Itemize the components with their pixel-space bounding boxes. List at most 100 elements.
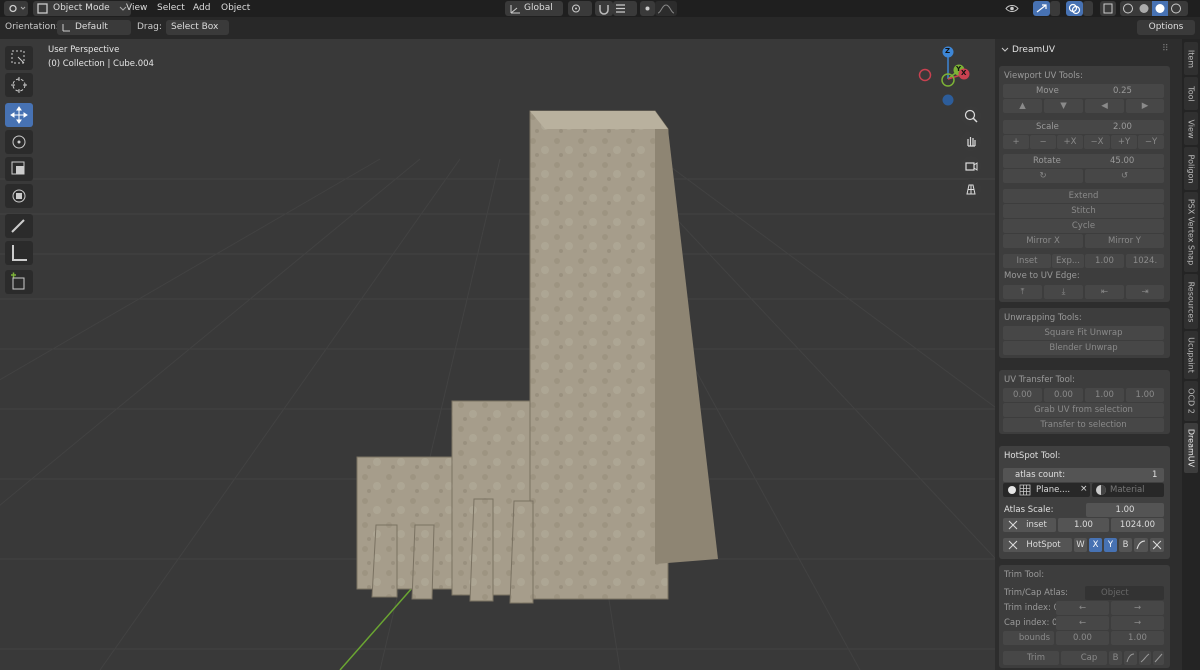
scale-minus-x-button[interactable]: −X (1084, 135, 1110, 149)
move-tool[interactable] (5, 103, 33, 127)
mirror-x-button[interactable]: Mirror X (1003, 234, 1083, 248)
cursor-tool[interactable] (5, 73, 33, 97)
options-dropdown[interactable]: Options (1137, 20, 1195, 35)
inset-texture-size-field[interactable]: 1024. (1126, 254, 1164, 268)
trim-curve2-toggle[interactable] (1139, 651, 1151, 665)
add-cube-tool[interactable] (5, 270, 33, 294)
trim-index-prev[interactable]: ← (1056, 601, 1109, 615)
rotate-button[interactable] (1003, 154, 1164, 168)
inset-button[interactable]: Inset (1003, 254, 1051, 268)
hotspot-w-toggle[interactable]: W (1074, 538, 1087, 552)
xray-toggle[interactable] (1100, 1, 1116, 16)
trim-atlas-object-field[interactable]: Object (1085, 586, 1164, 600)
pivot-point-button[interactable] (568, 1, 592, 16)
overlays-toggle[interactable] (1066, 1, 1083, 16)
stitch-button[interactable]: Stitch (1003, 204, 1164, 218)
cap-index-prev[interactable]: ← (1056, 616, 1109, 630)
scale-button[interactable] (1003, 120, 1164, 134)
clear-x-icon[interactable]: × (1080, 484, 1088, 494)
zoom-button[interactable] (961, 106, 981, 126)
trim-index-next[interactable]: → (1111, 601, 1164, 615)
visibility-button[interactable] (1004, 1, 1028, 16)
hotspot-y-toggle[interactable]: Y (1104, 538, 1117, 552)
gizmos-dropdown[interactable] (1050, 1, 1060, 16)
move-left-button[interactable]: ◀ (1085, 99, 1124, 113)
menu-add[interactable]: Add (193, 0, 210, 17)
tab-ocd2[interactable]: OCD 2 (1184, 381, 1198, 421)
hotspot-curve2-toggle[interactable] (1150, 538, 1164, 552)
pan-button[interactable] (961, 131, 981, 151)
scale-minus-button[interactable]: − (1030, 135, 1056, 149)
uv-transfer-value-3[interactable]: 1.00 (1085, 388, 1124, 402)
snap-toggle[interactable] (595, 1, 613, 16)
trim-curve-toggle[interactable] (1124, 651, 1137, 665)
trim-b-toggle[interactable]: B (1109, 651, 1122, 665)
edge-right-button[interactable]: ⇥ (1126, 285, 1164, 299)
move-down-button[interactable]: ▼ (1044, 99, 1083, 113)
expand-button[interactable]: Exp... (1052, 254, 1084, 268)
edge-top-button[interactable]: ⤒ (1003, 285, 1042, 299)
gizmos-toggle[interactable] (1033, 1, 1050, 16)
mirror-y-button[interactable]: Mirror Y (1085, 234, 1164, 248)
drag-dropdown[interactable]: Select Box (166, 20, 229, 35)
edge-left-button[interactable]: ⇤ (1085, 285, 1124, 299)
scale-plus-button[interactable]: + (1003, 135, 1029, 149)
mode-dropdown[interactable]: Object Mode (33, 1, 131, 16)
scale-minus-y-button[interactable]: −Y (1138, 135, 1164, 149)
scale-plus-y-button[interactable]: +Y (1111, 135, 1137, 149)
cap-button[interactable]: Cap (1061, 651, 1107, 665)
transform-tool[interactable] (5, 184, 33, 208)
rotate-cw-button[interactable]: ↻ (1003, 169, 1083, 183)
move-value[interactable]: 0.25 (1113, 86, 1132, 96)
scale-tool[interactable] (5, 157, 33, 181)
rotate-tool[interactable] (5, 130, 33, 154)
hotspot-inset-value[interactable]: 1.00 (1058, 518, 1109, 532)
transform-orientation-dropdown[interactable]: Global (505, 1, 563, 16)
annotate-tool[interactable] (5, 214, 33, 238)
scale-plus-x-button[interactable]: +X (1057, 135, 1083, 149)
edge-bottom-button[interactable]: ⤓ (1044, 285, 1083, 299)
tab-item[interactable]: Item (1184, 42, 1198, 75)
orientation-dropdown[interactable]: Default (57, 20, 131, 35)
square-fit-unwrap-button[interactable]: Square Fit Unwrap (1003, 326, 1164, 340)
uv-transfer-value-1[interactable]: 0.00 (1003, 388, 1042, 402)
cycle-button[interactable]: Cycle (1003, 219, 1164, 233)
rotate-ccw-button[interactable]: ↺ (1085, 169, 1164, 183)
tab-tool[interactable]: Tool (1184, 77, 1198, 110)
drag-handle-icon[interactable]: ⠿ (1162, 44, 1169, 54)
overlays-dropdown[interactable] (1083, 1, 1093, 16)
measure-tool[interactable] (5, 241, 33, 265)
tab-psx-vertex-snap[interactable]: PSX Vertex Snap (1184, 192, 1198, 272)
cap-index-next[interactable]: → (1111, 616, 1164, 630)
hotspot-b-toggle[interactable]: B (1119, 538, 1132, 552)
plane-object-field[interactable]: Plane.... (1003, 483, 1090, 497)
camera-view-button[interactable] (961, 156, 981, 176)
move-button[interactable] (1003, 84, 1164, 98)
tab-view[interactable]: View (1184, 112, 1198, 145)
select-box-tool[interactable] (5, 46, 33, 70)
snap-target-button[interactable] (613, 1, 637, 16)
falloff-button[interactable] (655, 1, 677, 16)
move-up-button[interactable]: ▲ (1003, 99, 1042, 113)
tab-poligon[interactable]: Poligon (1184, 147, 1198, 190)
menu-view[interactable]: View (126, 0, 147, 17)
proportional-edit-toggle[interactable] (640, 1, 655, 16)
tab-dreamuv[interactable]: DreamUV (1184, 423, 1198, 473)
grab-uv-button[interactable]: Grab UV from selection (1003, 403, 1164, 417)
atlas-scale-field[interactable]: 1.00 (1086, 503, 1164, 517)
ortho-toggle-button[interactable] (961, 179, 981, 199)
trim-button[interactable]: Trim (1003, 651, 1059, 665)
transfer-to-selection-button[interactable]: Transfer to selection (1003, 418, 1164, 432)
tab-resources[interactable]: Resources (1184, 274, 1198, 329)
bounds-max-field[interactable]: 1.00 (1111, 631, 1164, 645)
hotspot-texture-size[interactable]: 1024.00 (1111, 518, 1164, 532)
navigation-gizmo[interactable]: Z Y X (915, 44, 985, 114)
panel-collapse-chevron-icon[interactable] (1001, 47, 1009, 53)
rotate-value[interactable]: 45.00 (1110, 156, 1134, 166)
hotspot-x-toggle[interactable]: X (1089, 538, 1102, 552)
tab-ucupaint[interactable]: Ucupaint (1184, 331, 1198, 379)
scale-value[interactable]: 2.00 (1113, 122, 1132, 132)
menu-object[interactable]: Object (221, 0, 250, 17)
hotspot-curve-toggle[interactable] (1134, 538, 1148, 552)
inset-value-field[interactable]: 1.00 (1085, 254, 1124, 268)
